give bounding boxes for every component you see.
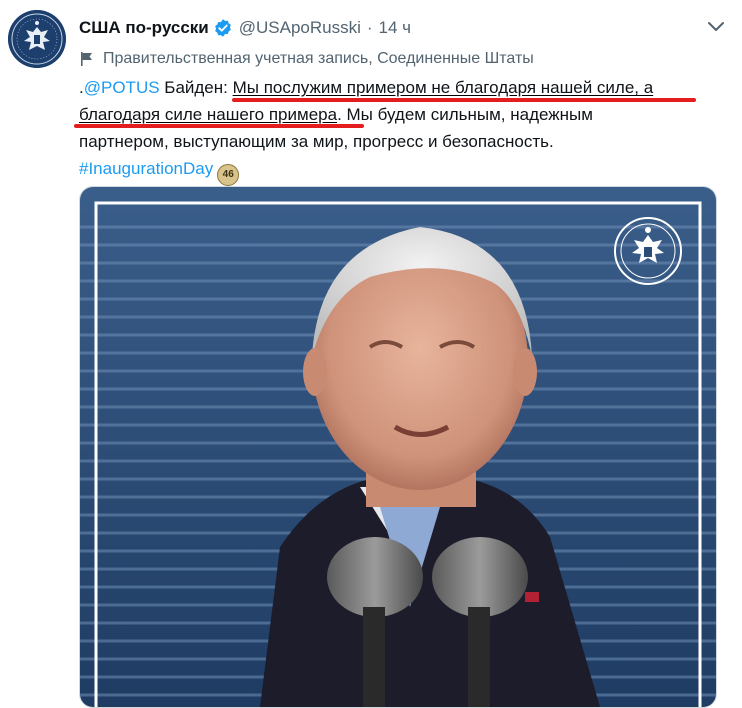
- tweet-text: .@POTUS Байден: Мы послужим примером не …: [79, 74, 709, 186]
- separator: ·: [366, 18, 373, 37]
- mention-link[interactable]: @POTUS: [84, 78, 160, 97]
- highlight-underline-1: [232, 98, 696, 102]
- rest-text-2: партнером, выступающим за мир, прогресс …: [79, 132, 554, 151]
- account-handle[interactable]: @USApoRusski: [239, 18, 361, 38]
- flag-icon: [81, 52, 92, 66]
- highlight-underline-2: [74, 124, 364, 128]
- avatar[interactable]: [8, 10, 66, 68]
- government-label-text: Правительственная учетная запись, Соедин…: [103, 50, 534, 67]
- quote-text-1: Мы послужим примером не благодаря нашей …: [232, 78, 654, 97]
- quote-text-2: благодаря силе нашего примера: [79, 105, 338, 124]
- tweet-line-3: партнером, выступающим за мир, прогресс …: [79, 128, 709, 155]
- speaker-text: Байден:: [159, 78, 233, 97]
- government-account-label: Правительственная учетная запись, Соедин…: [79, 48, 534, 70]
- tweet-line-4: #InaugurationDay 46: [79, 155, 709, 186]
- hashtag-link[interactable]: #InaugurationDay: [79, 159, 213, 178]
- video-thumbnail: [80, 187, 716, 707]
- seal-logo-icon: [8, 10, 66, 68]
- tweet-header: США по-русски @USApoRusski · 14 ч: [79, 16, 411, 40]
- timestamp[interactable]: 14 ч: [379, 18, 412, 38]
- hashtag-emoji-icon: 46: [217, 164, 240, 186]
- chevron-down-icon[interactable]: [704, 14, 728, 38]
- display-name[interactable]: США по-русски: [79, 18, 209, 38]
- verified-badge-icon: [214, 19, 231, 37]
- tweet-line-1: .@POTUS Байден: Мы послужим примером не …: [79, 74, 709, 101]
- rest-text-1: . Мы будем сильным, надежным: [337, 105, 593, 124]
- video-media[interactable]: [79, 186, 717, 708]
